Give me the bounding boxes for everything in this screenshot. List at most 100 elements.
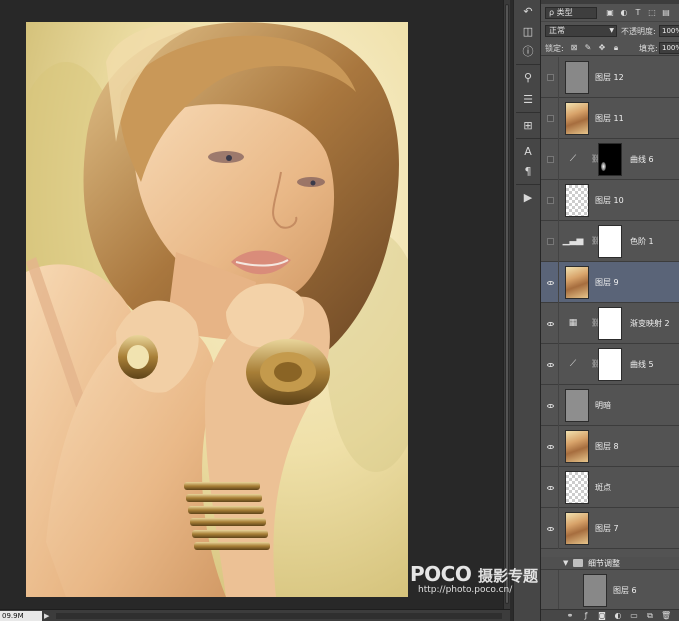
layer-mask-thumbnail[interactable] <box>598 307 622 340</box>
layer-name: 图层 8 <box>595 442 619 451</box>
new-layer-icon[interactable]: ⧉ <box>645 611 655 621</box>
layer-row[interactable]: 图层 11 <box>541 98 679 139</box>
layer-mask-thumbnail[interactable] <box>598 225 622 258</box>
layer-row[interactable]: 斑点 <box>541 467 679 508</box>
layer-thumbnail <box>565 430 589 463</box>
status-menu-arrow-icon[interactable]: ▶ <box>44 611 52 621</box>
hidden-box-icon <box>547 115 554 122</box>
visibility-toggle[interactable] <box>543 98 559 139</box>
zoom-field[interactable]: 09.9M <box>0 611 42 621</box>
adjustment-layer-icon[interactable]: ◐ <box>613 611 623 621</box>
hidden-box-icon <box>547 156 554 163</box>
layer-row[interactable]: 图层 12 <box>541 57 679 98</box>
eye-icon <box>547 321 554 326</box>
blend-mode-select[interactable]: 正常 ▼ <box>545 25 617 37</box>
opacity-label: 不透明度: <box>621 27 656 36</box>
vertical-scrollbar[interactable] <box>503 0 510 609</box>
layer-name: 图层 12 <box>595 73 624 82</box>
lock-label: 锁定: <box>545 44 564 53</box>
lock-position-icon[interactable]: ✥ <box>597 42 607 53</box>
visibility-toggle[interactable] <box>543 426 559 467</box>
visibility-toggle[interactable] <box>543 180 559 221</box>
layer-row[interactable]: ▁▃▅ ⛓ 色阶 1 <box>541 221 679 262</box>
eye-icon <box>547 526 554 531</box>
visibility-toggle[interactable] <box>543 570 559 609</box>
layer-name: 曲线 5 <box>630 360 654 369</box>
layer-mask-thumbnail[interactable] <box>598 348 622 381</box>
layer-row[interactable]: 图层 8 <box>541 426 679 467</box>
info-panel-icon[interactable]: ⓘ <box>518 42 538 60</box>
layer-thumbnail <box>565 512 589 545</box>
eye-icon <box>547 403 554 408</box>
visibility-toggle[interactable] <box>543 303 559 344</box>
blend-row: 正常 ▼ 不透明度: 100% <box>541 22 679 39</box>
canvas-area[interactable] <box>0 0 510 609</box>
layer-row-selected[interactable]: 图层 9 <box>541 262 679 303</box>
lock-transparent-icon[interactable]: ⊠ <box>569 42 579 53</box>
gradient-map-icon: ▦ <box>568 318 578 328</box>
layer-style-icon[interactable]: ƒ <box>581 611 591 621</box>
delete-layer-icon[interactable]: 🗑︎ <box>661 611 671 621</box>
paragraph-panel-icon[interactable]: ¶ <box>518 162 538 180</box>
character-panel-icon[interactable]: A <box>518 142 538 160</box>
visibility-toggle[interactable] <box>543 262 559 303</box>
layer-thumbnail <box>565 102 589 135</box>
visibility-toggle[interactable] <box>543 221 559 262</box>
horizontal-scrollbar[interactable] <box>56 613 502 619</box>
group-expanded-triangle-icon[interactable]: ▼ <box>563 559 568 567</box>
visibility-toggle[interactable] <box>543 139 559 180</box>
lock-image-icon[interactable]: ✎ <box>583 42 593 53</box>
curves-icon: ⟋ <box>569 359 577 369</box>
eye-icon <box>547 280 554 285</box>
layer-name: 渐变映射 2 <box>630 319 670 328</box>
visibility-toggle[interactable] <box>543 344 559 385</box>
divider <box>516 112 540 113</box>
image-filter-icon[interactable]: ▣ <box>605 7 615 19</box>
layer-thumbnail <box>565 389 589 422</box>
layer-row[interactable]: 图层 7 <box>541 508 679 549</box>
layer-row[interactable]: ⟋ ⛓ 曲线 6 <box>541 139 679 180</box>
layer-mask-thumbnail[interactable] <box>598 143 622 176</box>
link-layers-icon[interactable]: ⚭ <box>565 611 575 621</box>
layer-name: 图层 9 <box>595 278 619 287</box>
new-group-icon[interactable]: ▭ <box>629 611 639 621</box>
layer-thumbnail <box>565 184 589 217</box>
lock-all-icon[interactable]: 🔒︎ <box>611 42 621 53</box>
visibility-toggle[interactable] <box>543 57 559 98</box>
layer-thumbnail <box>565 61 589 94</box>
history-panel-icon[interactable]: ↶ <box>518 2 538 20</box>
layer-row[interactable]: ▦ ⛓ 渐变映射 2 <box>541 303 679 344</box>
smart-object-filter-icon[interactable]: ▤ <box>661 7 671 19</box>
layer-row[interactable]: 明暗 <box>541 385 679 426</box>
document-canvas[interactable] <box>26 22 408 597</box>
adjustments-panel-icon[interactable]: ☰ <box>518 90 538 108</box>
properties-panel-icon[interactable]: ⊞ <box>518 116 538 134</box>
add-mask-icon[interactable]: ◙ <box>597 611 607 621</box>
visibility-toggle[interactable] <box>543 385 559 426</box>
layer-name: 图层 11 <box>595 114 624 123</box>
filter-kind-select[interactable]: ρ 类型 <box>545 7 597 19</box>
eye-icon <box>547 444 554 449</box>
type-filter-icon[interactable]: T <box>633 7 643 19</box>
scrollbar-thumb[interactable] <box>505 4 509 604</box>
layer-group-row[interactable]: ▼ 细节调整 <box>541 557 679 570</box>
layer-row[interactable]: 图层 6 <box>541 570 679 609</box>
divider <box>516 138 540 139</box>
navigator-panel-icon[interactable]: ◫ <box>518 22 538 40</box>
layer-row[interactable]: ⟋ ⛓ 曲线 5 <box>541 344 679 385</box>
visibility-toggle[interactable] <box>543 508 559 549</box>
group-name: 细节调整 <box>588 559 620 568</box>
clone-source-panel-icon[interactable]: ⚲ <box>518 68 538 86</box>
opacity-field[interactable]: 100% <box>659 25 679 37</box>
layer-row[interactable]: 图层 10 <box>541 180 679 221</box>
fill-field[interactable]: 100% <box>659 42 679 54</box>
layer-thumbnail <box>565 266 589 299</box>
visibility-toggle[interactable] <box>543 467 559 508</box>
layer-filter-row: ρ 类型 ▣ ◐ T ⬚ ▤ <box>541 4 679 22</box>
layer-name: 斑点 <box>595 483 611 492</box>
actions-panel-icon[interactable]: ▶ <box>518 188 538 206</box>
layers-panel: ρ 类型 ▣ ◐ T ⬚ ▤ 正常 ▼ 不透明度: 100% 锁定: ⊠ ✎ ✥ … <box>541 0 679 621</box>
shape-filter-icon[interactable]: ⬚ <box>647 7 657 19</box>
adjustment-filter-icon[interactable]: ◐ <box>619 7 629 19</box>
layer-name: 明暗 <box>595 401 611 410</box>
